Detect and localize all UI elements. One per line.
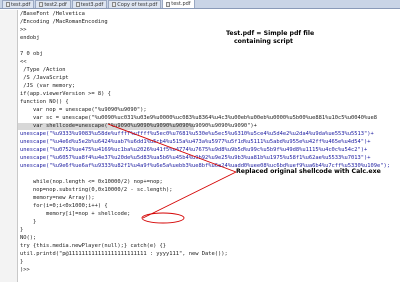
annotation-line: containing script <box>234 38 294 45</box>
shellcode-circle-marker <box>141 212 185 224</box>
annotation-arrow-line <box>142 171 237 219</box>
annotation-arrow-line <box>107 123 237 173</box>
annotation-shellcode-note: Replaced original shellcode with Calc.ex… <box>236 168 381 175</box>
annotation-line: Test.pdf = Simple pdf file <box>226 30 315 37</box>
annotation-overlay <box>107 123 237 224</box>
annotation-title: Test.pdf = Simple pdf file containing sc… <box>226 30 314 46</box>
